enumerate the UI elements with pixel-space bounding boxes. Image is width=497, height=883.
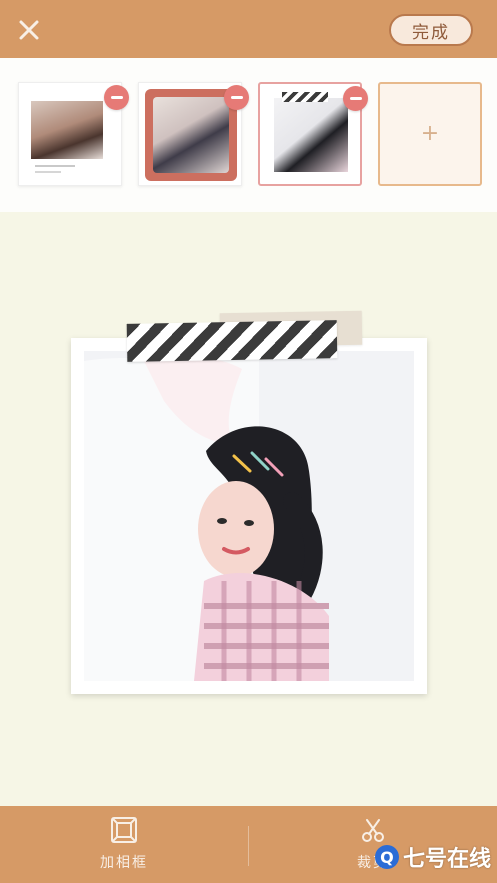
photo-illustration: [84, 351, 414, 681]
app-root: 完成 + 加相框 裁剪 Q 七号在线: [0, 0, 497, 883]
toolbar-divider: [248, 826, 249, 866]
frame-icon: [111, 817, 137, 843]
close-button[interactable]: [12, 13, 46, 47]
add-frame-button[interactable]: 加相框: [64, 816, 184, 876]
watermark: Q 七号在线: [374, 841, 491, 873]
thumbnail-photo: [31, 101, 103, 159]
main-photo: [84, 351, 414, 681]
bottom-toolbar: 加相框 裁剪 Q 七号在线: [0, 806, 497, 883]
editor-canvas: [0, 212, 497, 806]
remove-thumbnail-1-button[interactable]: [104, 85, 129, 110]
remove-thumbnail-2-button[interactable]: [224, 85, 249, 110]
scissors-icon: [362, 819, 384, 842]
add-thumbnail-button[interactable]: +: [378, 82, 482, 186]
thumbnail-tape: [282, 92, 328, 102]
thumbnail-caption-lines: [35, 165, 75, 167]
thumbnail-photo: [153, 97, 229, 173]
thumbnail-1[interactable]: [18, 82, 129, 186]
thumbnail-2[interactable]: [138, 82, 249, 186]
thumbnail-photo: [274, 98, 348, 172]
top-bar: 完成: [0, 0, 497, 58]
remove-thumbnail-3-button[interactable]: [343, 86, 368, 111]
close-icon: [19, 20, 39, 40]
polaroid-frame[interactable]: [71, 338, 427, 694]
done-button[interactable]: 完成: [389, 14, 473, 46]
thumbnail-3[interactable]: [258, 82, 368, 186]
plus-icon: +: [420, 121, 440, 146]
watermark-text: 七号在线: [402, 847, 491, 872]
add-frame-label: 加相框: [100, 855, 148, 871]
watermark-logo-icon: Q: [374, 845, 399, 869]
decorative-tape-striped: [126, 320, 338, 362]
thumbnail-caption-lines: [35, 171, 61, 173]
thumbnail-strip: +: [0, 58, 497, 212]
